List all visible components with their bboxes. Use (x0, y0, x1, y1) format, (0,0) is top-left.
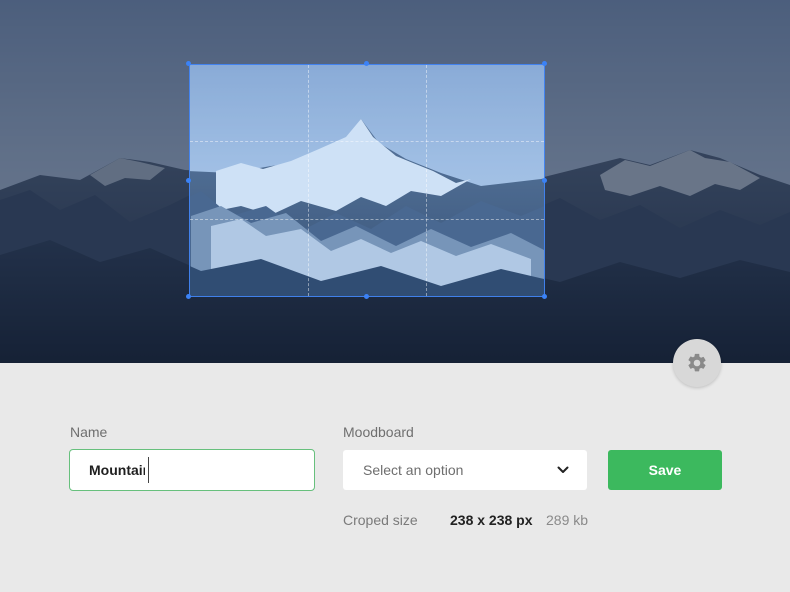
crop-handle-bottom-right[interactable] (542, 294, 547, 299)
save-button[interactable]: Save (608, 450, 722, 490)
moodboard-placeholder: Select an option (363, 462, 464, 478)
cropped-size-label: Croped size (343, 512, 418, 528)
crop-handle-bottom[interactable] (364, 294, 369, 299)
crop-handle-top[interactable] (364, 61, 369, 66)
crop-handle-top-right[interactable] (542, 61, 547, 66)
chevron-down-icon (557, 461, 569, 479)
name-input[interactable] (89, 462, 145, 478)
cropped-file-size: 289 kb (546, 512, 589, 528)
name-label: Name (70, 424, 108, 440)
moodboard-label: Moodboard (343, 424, 414, 440)
crop-handle-top-left[interactable] (186, 61, 191, 66)
settings-button[interactable] (673, 339, 721, 387)
name-field[interactable] (69, 449, 315, 491)
crop-handle-right[interactable] (542, 178, 547, 183)
moodboard-select[interactable]: Select an option (343, 450, 587, 490)
cropped-dimensions: 238 x 238 px (450, 512, 533, 528)
crop-handle-bottom-left[interactable] (186, 294, 191, 299)
crop-handle-left[interactable] (186, 178, 191, 183)
gear-icon (686, 352, 708, 374)
crop-preview-photo (190, 65, 544, 296)
crop-selection[interactable] (189, 64, 545, 297)
image-preview[interactable] (0, 0, 790, 363)
image-cropper: Name Moodboard Select an option Save Cro… (0, 0, 790, 592)
text-cursor (148, 457, 149, 483)
